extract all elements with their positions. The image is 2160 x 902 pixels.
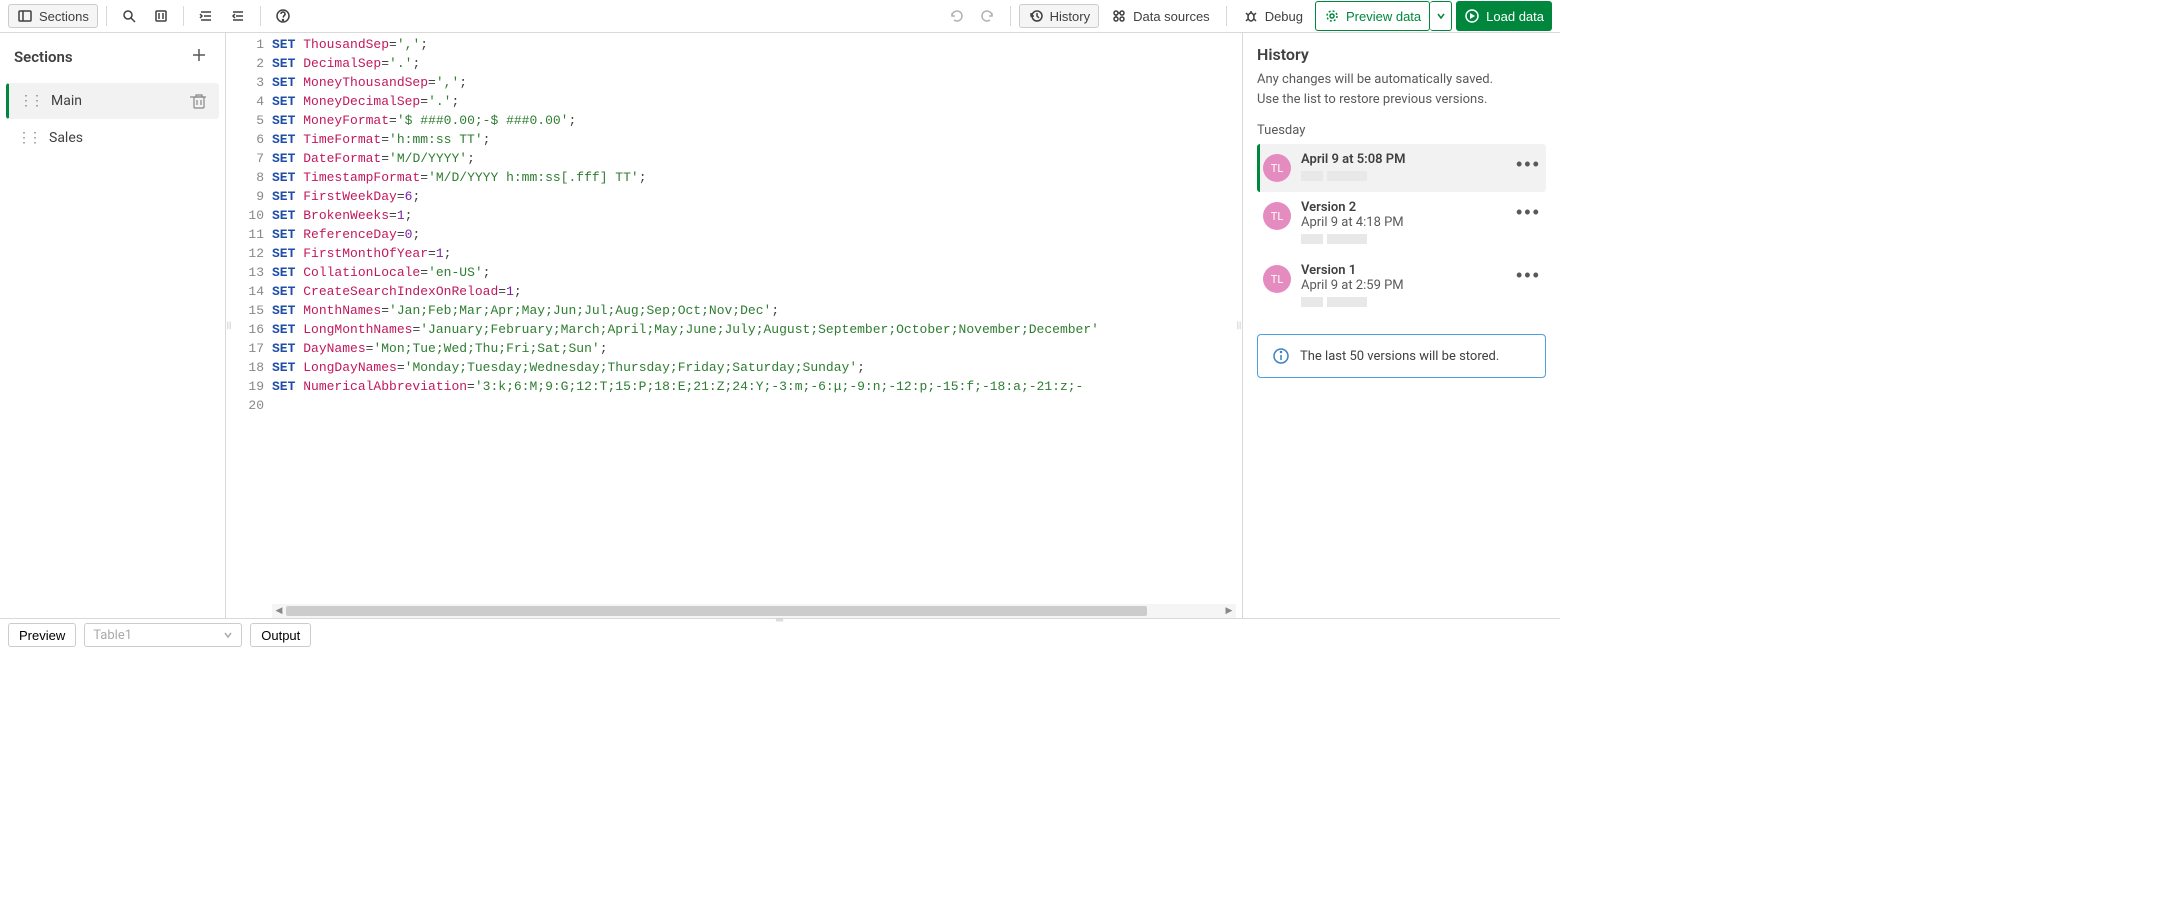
table-select[interactable]: Table1 [84, 623, 242, 647]
history-item-title: Version 1 [1301, 263, 1506, 278]
output-button[interactable]: Output [250, 623, 311, 647]
separator [1010, 6, 1011, 26]
trash-icon[interactable] [190, 92, 208, 110]
history-item[interactable]: TL Version 2April 9 at 4:18 PM ••• [1257, 192, 1546, 255]
search-button[interactable] [115, 4, 143, 28]
main-area: Sections ⋮⋮Main⋮⋮Sales || 12345678910111… [0, 33, 1560, 618]
separator [260, 6, 261, 26]
preview-data-dropdown[interactable] [1430, 1, 1452, 31]
bottom-bar: ═ Preview Table1 Output [0, 618, 1560, 651]
indent-icon [198, 8, 214, 24]
play-circle-icon [1464, 8, 1480, 24]
section-label: Sales [49, 130, 208, 146]
history-panel: History Any changes will be automaticall… [1242, 33, 1560, 618]
separator [1226, 6, 1227, 26]
drag-handle-icon[interactable]: ⋮⋮ [19, 93, 41, 109]
bug-icon [1243, 8, 1259, 24]
section-label: Main [51, 93, 180, 109]
history-item-menu[interactable]: ••• [1516, 200, 1540, 224]
history-item-time: April 9 at 2:59 PM [1301, 278, 1506, 293]
history-label: History [1050, 9, 1090, 24]
history-item-user [1301, 170, 1506, 184]
history-item-user [1301, 296, 1506, 310]
plus-icon [191, 47, 207, 63]
outdent-button[interactable] [224, 4, 252, 28]
redo-button[interactable] [974, 4, 1002, 28]
line-gutter: 1234567891011121314151617181920 [232, 33, 272, 618]
chevron-down-icon [223, 630, 233, 640]
help-button[interactable] [269, 4, 297, 28]
scroll-thumb[interactable] [286, 606, 1147, 616]
sections-title: Sections [14, 48, 73, 66]
section-item-main[interactable]: ⋮⋮ Main [6, 83, 219, 119]
history-item-menu[interactable]: ••• [1516, 152, 1540, 176]
history-item[interactable]: TL Version 1April 9 at 2:59 PM ••• [1257, 255, 1546, 318]
sections-panel: Sections ⋮⋮ Main ⋮⋮ Sales [0, 33, 226, 618]
undo-icon [948, 8, 964, 24]
history-info: Version 2April 9 at 4:18 PM [1301, 200, 1506, 247]
separator [183, 6, 184, 26]
preview-data-button[interactable]: Preview data [1315, 1, 1430, 31]
history-item-user [1301, 233, 1506, 247]
history-item[interactable]: TL April 9 at 5:08 PM ••• [1257, 144, 1546, 192]
code-area[interactable]: SET ThousandSep=',';SET DecimalSep='.';S… [272, 33, 1236, 618]
toolbar: Sections History Data sources Debug [0, 0, 1560, 33]
debug-button[interactable]: Debug [1235, 4, 1311, 28]
undo-button[interactable] [942, 4, 970, 28]
section-item-sales[interactable]: ⋮⋮ Sales [6, 121, 219, 155]
drag-handle-icon[interactable]: ⋮⋮ [17, 130, 39, 146]
info-banner-text: The last 50 versions will be stored. [1300, 349, 1499, 364]
comment-icon [153, 8, 169, 24]
data-sources-icon [1111, 8, 1127, 24]
redo-icon [980, 8, 996, 24]
avatar: TL [1263, 202, 1291, 230]
table-select-placeholder: Table1 [93, 628, 132, 643]
indent-button[interactable] [192, 4, 220, 28]
sections-toggle-label: Sections [39, 9, 89, 24]
load-data-label: Load data [1486, 9, 1544, 24]
history-item-title: Version 2 [1301, 200, 1506, 215]
history-info: Version 1April 9 at 2:59 PM [1301, 263, 1506, 310]
avatar: TL [1263, 154, 1291, 182]
bottom-drag-handle[interactable]: ═ [776, 615, 784, 626]
history-item-time: April 9 at 4:18 PM [1301, 215, 1506, 230]
comment-toggle-button[interactable] [147, 4, 175, 28]
sections-toggle-button[interactable]: Sections [8, 4, 98, 28]
search-icon [121, 8, 137, 24]
separator [106, 6, 107, 26]
history-description: Any changes will be automatically saved.… [1257, 70, 1546, 109]
help-icon [275, 8, 291, 24]
scroll-track[interactable] [286, 605, 1222, 617]
panel-left-icon [17, 8, 33, 24]
history-icon [1028, 8, 1044, 24]
history-item-title: April 9 at 5:08 PM [1301, 152, 1506, 167]
load-data-button[interactable]: Load data [1456, 1, 1552, 31]
info-icon [1272, 347, 1290, 365]
data-sources-button[interactable]: Data sources [1103, 4, 1218, 28]
sections-header: Sections [0, 33, 225, 81]
outdent-icon [230, 8, 246, 24]
horizontal-scrollbar[interactable]: ◀ ▶ [272, 604, 1236, 618]
data-sources-label: Data sources [1133, 9, 1210, 24]
avatar: TL [1263, 265, 1291, 293]
preview-icon [1324, 8, 1340, 24]
code-editor[interactable]: 1234567891011121314151617181920 SET Thou… [232, 33, 1236, 618]
add-section-button[interactable] [187, 45, 211, 69]
scroll-left-arrow[interactable]: ◀ [272, 604, 286, 618]
history-title: History [1257, 45, 1546, 64]
debug-label: Debug [1265, 9, 1303, 24]
history-button[interactable]: History [1019, 4, 1099, 28]
chevron-down-icon [1436, 11, 1446, 21]
scroll-right-arrow[interactable]: ▶ [1222, 604, 1236, 618]
preview-button[interactable]: Preview [8, 623, 76, 647]
history-item-menu[interactable]: ••• [1516, 263, 1540, 287]
info-banner: The last 50 versions will be stored. [1257, 334, 1546, 378]
history-day-label: Tuesday [1257, 123, 1546, 138]
history-info: April 9 at 5:08 PM [1301, 152, 1506, 184]
preview-data-label: Preview data [1346, 9, 1421, 24]
